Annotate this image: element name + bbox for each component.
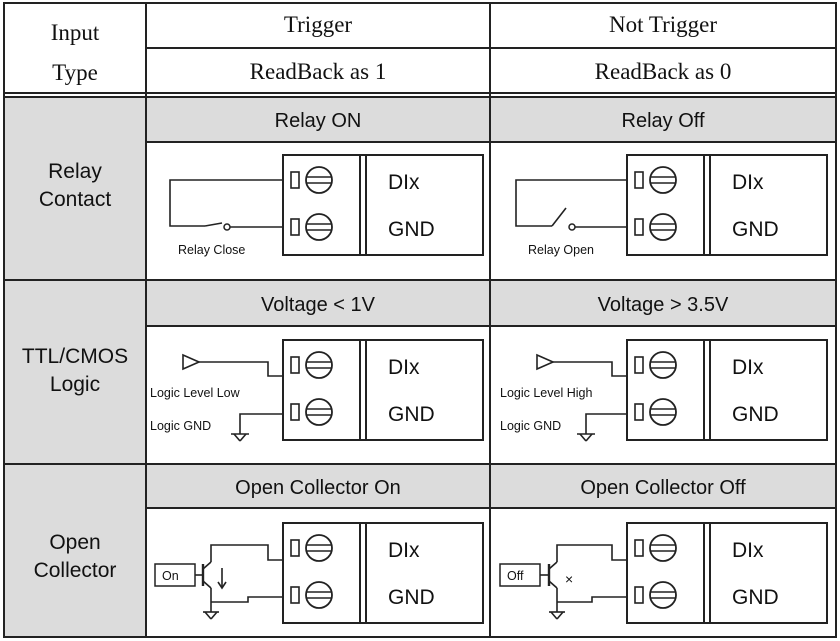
ground-icon <box>577 433 595 442</box>
terminal-block: DIx GND <box>282 339 484 441</box>
title-relay-on: Relay ON <box>275 110 362 132</box>
terminal-label-dix: DIx <box>388 356 420 379</box>
caption-relay-open: Relay Open <box>528 243 594 257</box>
row-label-oc-line2: Collector <box>34 559 117 582</box>
terminal-label-gnd: GND <box>388 586 435 609</box>
terminal-block: DIx GND <box>626 339 828 441</box>
title-oc-on: Open Collector On <box>235 477 401 499</box>
caption-oc-off: Off <box>507 569 524 583</box>
input-type-diagram: Input Type Trigger Not Trigger ReadBack … <box>3 2 837 638</box>
header-readback-1: ReadBack as 1 <box>250 59 387 84</box>
logic-input-triangle-icon <box>182 353 201 371</box>
terminal-block: DIx GND <box>626 522 828 624</box>
terminal-block: DIx GND <box>282 522 484 624</box>
caption-logic-gnd-1: Logic GND <box>150 419 211 433</box>
title-voltage-low: Voltage < 1V <box>261 294 376 316</box>
header-input-type-line1: Input <box>51 20 100 45</box>
header-input-type-line2: Type <box>52 60 98 85</box>
row-label-ttl-line2: Logic <box>50 373 100 396</box>
terminal-label-gnd: GND <box>388 403 435 426</box>
terminal-label-gnd: GND <box>732 586 779 609</box>
terminal-block: DIx GND <box>282 154 484 256</box>
header-readback-0: ReadBack as 0 <box>595 59 732 84</box>
row-label-ttl-line1: TTL/CMOS <box>22 345 128 368</box>
relay-close-circuit: Relay Close <box>169 179 283 257</box>
oc-off-circuit: Off × <box>499 544 627 620</box>
header-not-trigger: Not Trigger <box>609 12 717 37</box>
terminal-label-dix: DIx <box>388 171 420 194</box>
caption-relay-close: Relay Close <box>178 243 245 257</box>
logic-low-circuit: Logic Level Low Logic GND <box>150 353 283 442</box>
oc-on-circuit: On <box>154 544 283 620</box>
off-x-mark: × <box>565 571 573 587</box>
transistor-icon <box>195 561 212 589</box>
terminal-label-dix: DIx <box>732 356 764 379</box>
terminal-label-gnd: GND <box>732 403 779 426</box>
terminal-block: DIx GND <box>626 154 828 256</box>
terminal-label-gnd: GND <box>388 218 435 241</box>
row-label-relay-line1: Relay <box>48 160 102 183</box>
terminal-label-dix: DIx <box>388 539 420 562</box>
ground-icon <box>549 604 565 620</box>
logic-high-circuit: Logic Level High Logic GND <box>500 353 627 442</box>
row-label-relay-line2: Contact <box>39 188 112 211</box>
title-oc-off: Open Collector Off <box>580 477 746 499</box>
title-relay-off: Relay Off <box>622 110 705 132</box>
logic-input-triangle-icon <box>536 353 555 371</box>
row-label-oc-line1: Open <box>49 531 100 554</box>
caption-logic-low: Logic Level Low <box>150 386 241 400</box>
terminal-label-gnd: GND <box>732 218 779 241</box>
transistor-icon <box>540 561 558 589</box>
ground-icon <box>203 604 219 620</box>
terminal-label-dix: DIx <box>732 539 764 562</box>
terminal-label-dix: DIx <box>732 171 764 194</box>
header-trigger: Trigger <box>284 12 352 37</box>
caption-logic-high: Logic Level High <box>500 386 592 400</box>
ground-icon <box>231 433 249 442</box>
caption-logic-gnd-2: Logic GND <box>500 419 561 433</box>
caption-oc-on: On <box>162 569 179 583</box>
title-voltage-high: Voltage > 3.5V <box>598 294 729 316</box>
relay-open-circuit: Relay Open <box>515 179 627 257</box>
